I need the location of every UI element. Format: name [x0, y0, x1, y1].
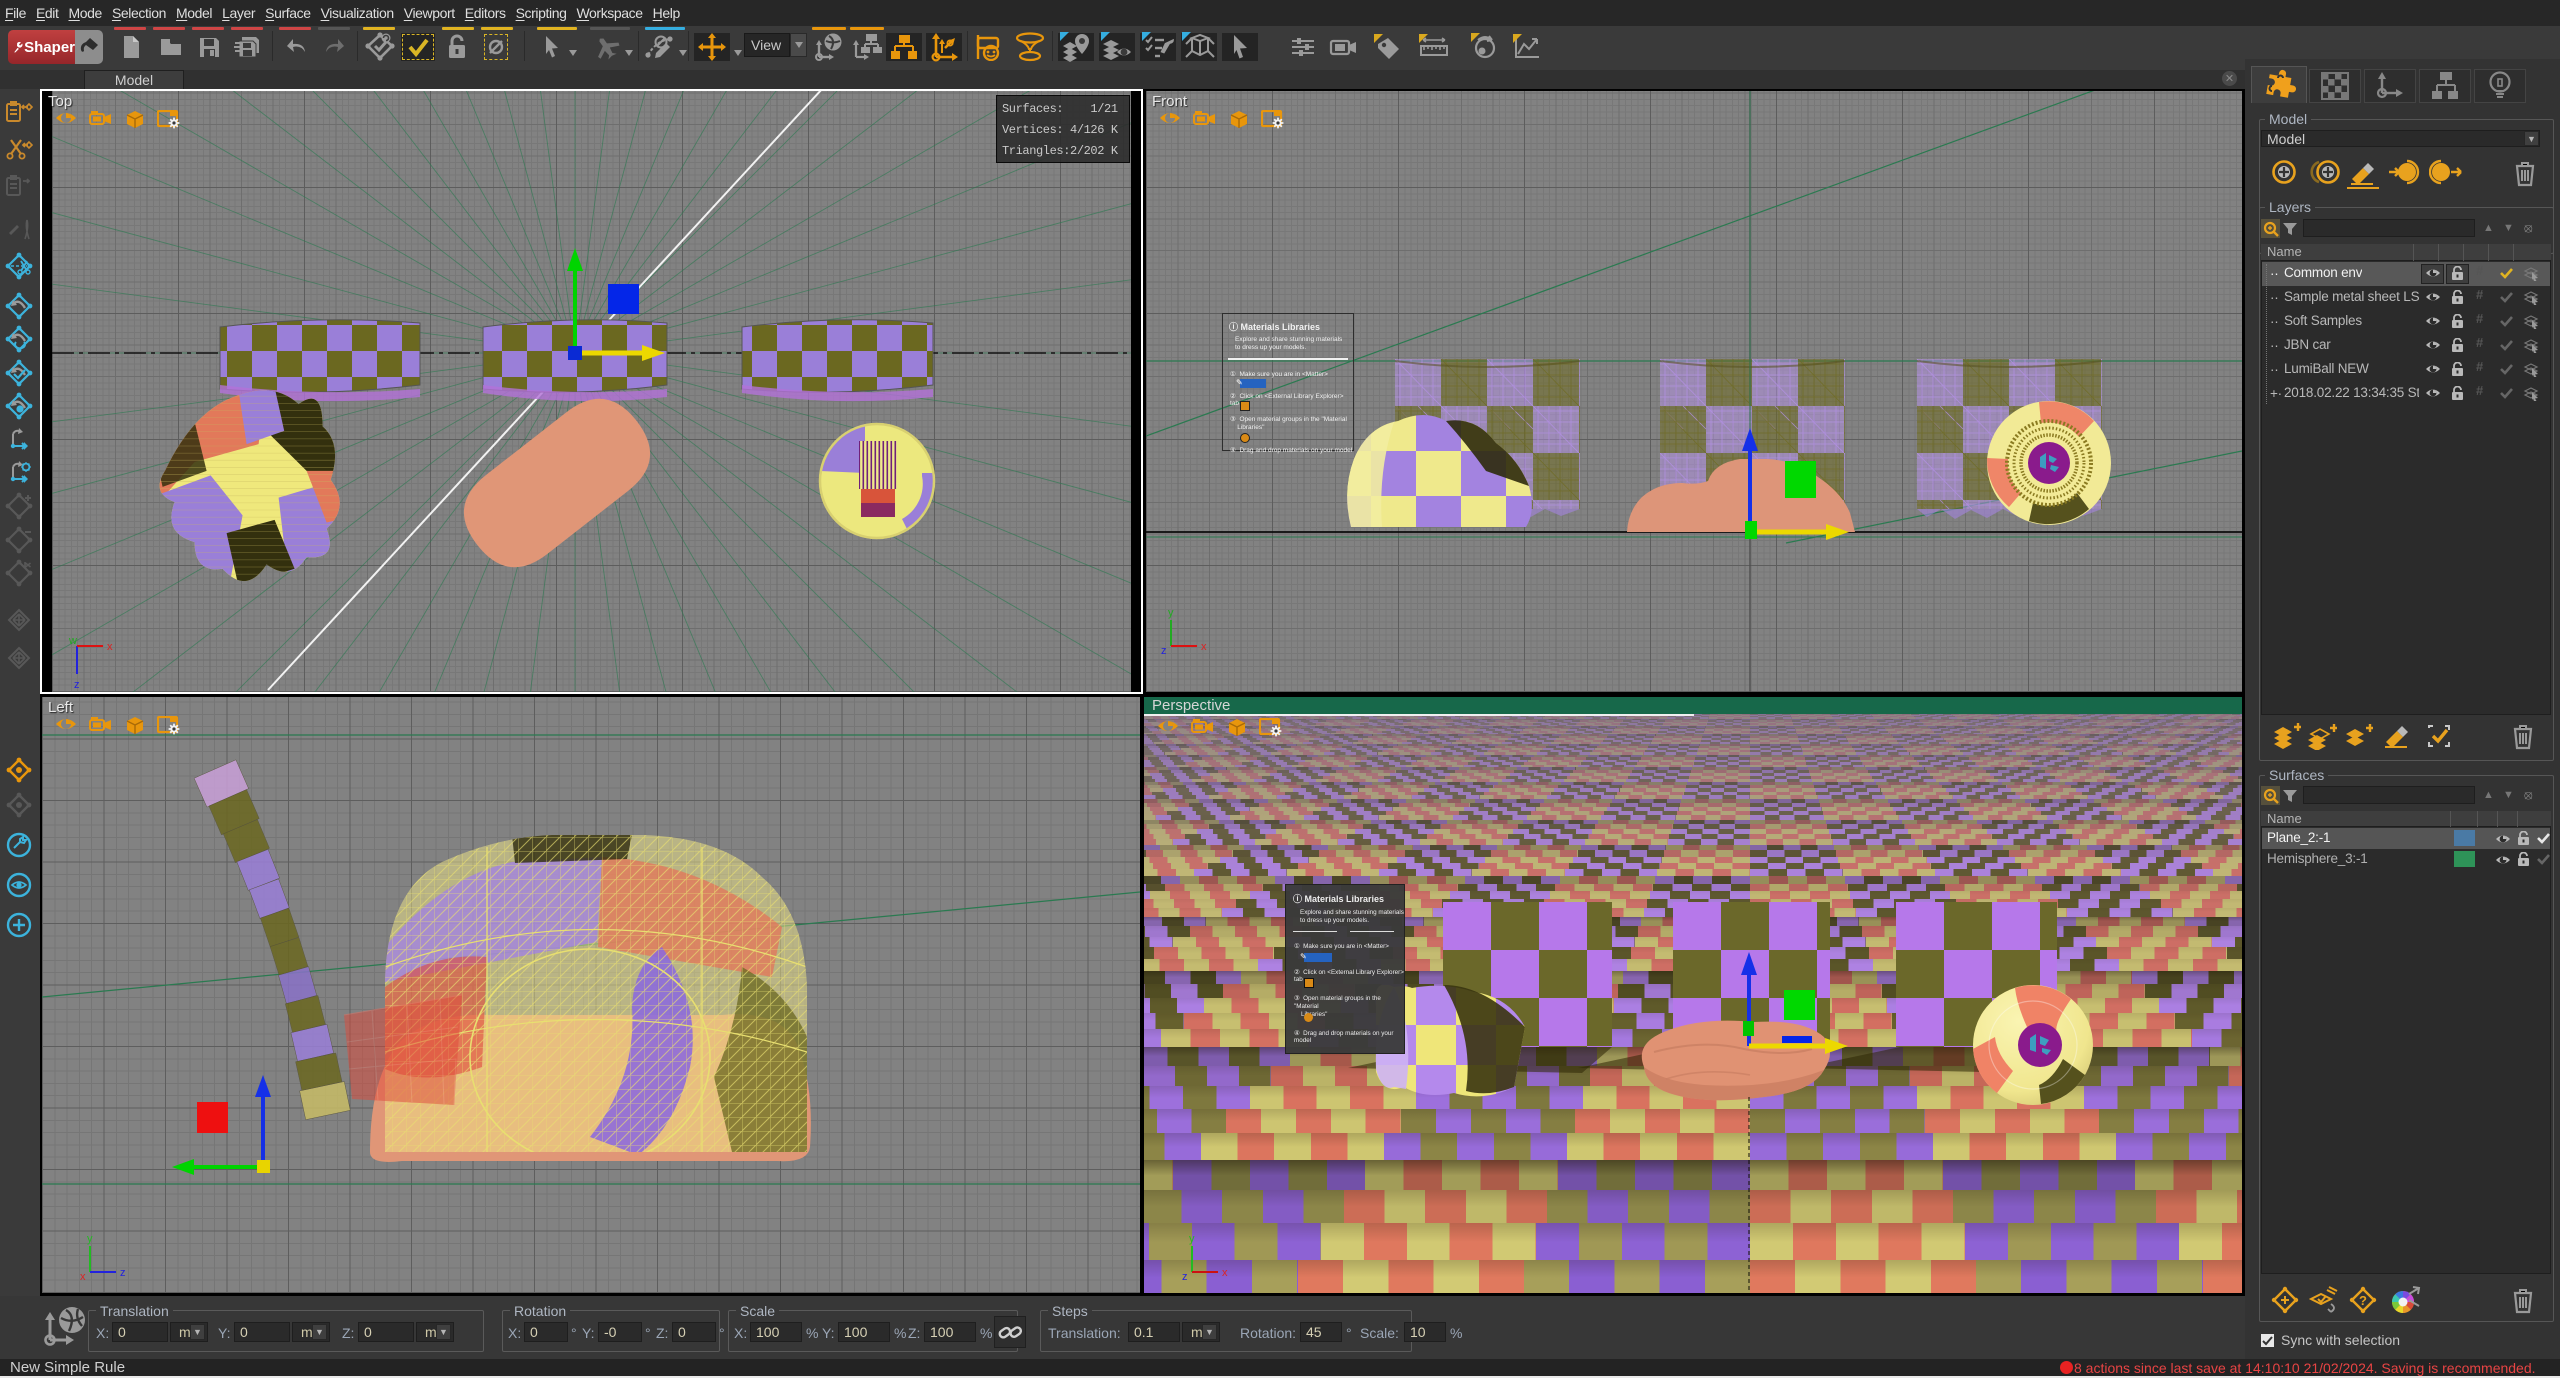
svg-text:z: z	[1182, 1271, 1188, 1283]
svg-text:y: y	[1189, 1233, 1195, 1245]
svg-text:z: z	[1161, 645, 1167, 657]
svg-text:x: x	[1222, 1267, 1228, 1279]
svg-text:x: x	[107, 641, 113, 653]
svg-text:x: x	[80, 1271, 86, 1283]
svg-text:y: y	[1168, 607, 1174, 619]
svg-text:?: ?	[2359, 1293, 2367, 1308]
svg-text:z: z	[120, 1267, 126, 1279]
svg-text:z: z	[74, 679, 80, 691]
svg-text:x: x	[1201, 641, 1207, 653]
svg-text:y: y	[87, 1233, 93, 1245]
svg-text:w: w	[68, 635, 77, 647]
